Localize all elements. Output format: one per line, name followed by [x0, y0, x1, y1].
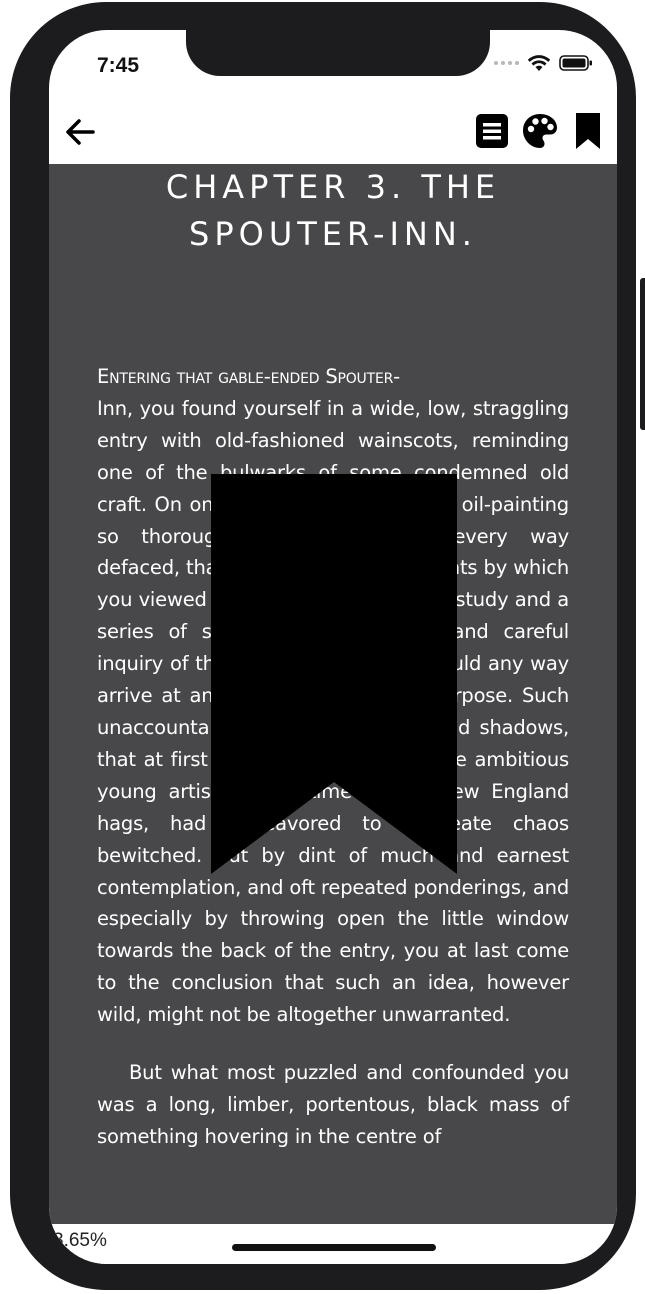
cellular-signal-icon [494, 61, 519, 65]
chapter-body: Entering that gable-ended Spouter- Inn, y… [97, 361, 569, 1179]
paragraph: Entering that gable-ended Spouter- Inn, y… [97, 361, 569, 1031]
table-of-contents-button[interactable] [473, 110, 511, 152]
notch [186, 30, 490, 76]
paragraph-text: Inn, you found yourself in a wide, low, … [97, 396, 569, 1027]
bookmark-icon [576, 113, 600, 149]
chapter-title: Chapter 3. The Spouter-Inn. [165, 168, 501, 253]
volume-down-button [12, 382, 24, 474]
status-time: 7:45 [97, 54, 140, 77]
silent-switch [12, 182, 24, 234]
theme-button[interactable] [521, 110, 559, 152]
status-icons [494, 54, 593, 72]
paragraph: But what most puzzled and confounded you… [97, 1057, 569, 1153]
arrow-left-icon [66, 119, 95, 145]
battery-icon [559, 54, 593, 72]
wifi-icon [527, 54, 551, 72]
toolbar-actions [473, 110, 607, 152]
reading-progress: 3.65% [53, 1230, 107, 1251]
home-indicator[interactable] [232, 1244, 436, 1251]
volume-up-button [12, 278, 24, 370]
screen: 7:45 CHAPTER 3. THE SPOUTER-INN. Enterin… [49, 30, 617, 1264]
power-button [640, 278, 645, 430]
palette-icon [523, 114, 557, 148]
back-button[interactable] [61, 112, 101, 152]
bookmark-button[interactable] [569, 110, 607, 152]
reader-toolbar [49, 100, 617, 164]
bottom-bar: 3.65% [49, 1224, 617, 1264]
paragraph-lead: Entering that gable-ended Spouter- [97, 365, 400, 388]
paragraph-text: But what most puzzled and confounded you… [97, 1061, 569, 1148]
list-document-icon [476, 114, 508, 148]
phone-frame: 7:45 CHAPTER 3. THE SPOUTER-INN. Enterin… [10, 2, 645, 1290]
reader-content[interactable]: Chapter 3. The Spouter-Inn. Entering tha… [49, 164, 617, 1224]
